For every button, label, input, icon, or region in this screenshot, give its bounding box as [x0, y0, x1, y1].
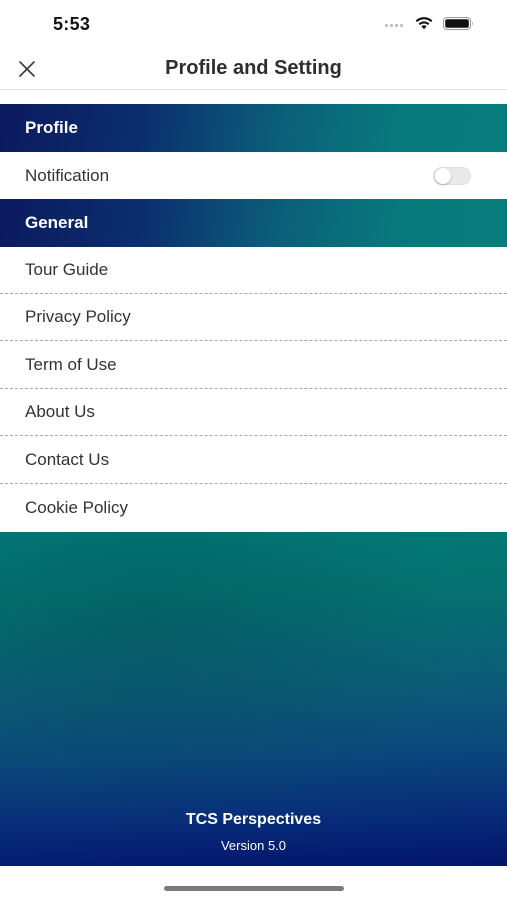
status-time: 5:53	[53, 14, 91, 34]
list-item-contact-us[interactable]: Contact Us	[0, 437, 507, 484]
wifi-icon	[415, 17, 433, 30]
page-title: Profile and Setting	[165, 57, 342, 79]
nav-bar: Profile and Setting	[0, 46, 507, 90]
notification-label: Notification	[25, 165, 110, 185]
footer-panel: TCS Perspectives Version 5.0	[0, 532, 507, 866]
list-item-notification: Notification	[0, 152, 507, 199]
signal-dots-icon	[385, 24, 407, 28]
notification-toggle[interactable]	[433, 167, 471, 185]
list-item-term-of-use[interactable]: Term of Use	[0, 342, 507, 389]
list-item-cookie-policy[interactable]: Cookie Policy	[0, 484, 507, 531]
section-header-general: General	[0, 199, 507, 247]
app-version: Version 5.0	[220, 838, 287, 853]
home-indicator[interactable]	[164, 886, 344, 891]
list-item-privacy-policy[interactable]: Privacy Policy	[0, 294, 507, 341]
list-item-tour-guide[interactable]: Tour Guide	[0, 247, 507, 294]
battery-icon	[443, 17, 473, 30]
app-name: TCS Perspectives	[185, 811, 322, 828]
toggle-knob	[435, 168, 451, 184]
list-item-about-us[interactable]: About Us	[0, 389, 507, 436]
status-bar: 5:53	[0, 0, 507, 46]
section-header-profile: Profile	[0, 104, 507, 152]
